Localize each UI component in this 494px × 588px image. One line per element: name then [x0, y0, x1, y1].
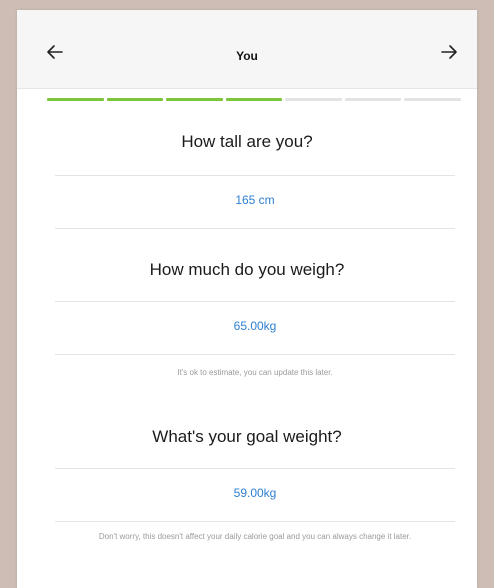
goal-weight-question: What's your goal weight?: [152, 427, 342, 446]
page-title: You: [236, 49, 258, 63]
weight-field[interactable]: 65.00kg: [55, 301, 455, 355]
weight-value: 65.00kg: [233, 319, 277, 333]
weight-hint: It's ok to estimate, you can update this…: [177, 368, 333, 377]
height-field[interactable]: 165 cm: [55, 175, 455, 229]
goal-weight-value: 59.00kg: [233, 486, 277, 500]
weight-question: How much do you weigh?: [149, 260, 345, 279]
next-button[interactable]: [431, 34, 467, 70]
progress-segment-remaining: [344, 98, 402, 101]
goal-weight-hint: Don't worry, this doesn't affect your da…: [98, 532, 412, 541]
progress-segment-remaining: [285, 98, 342, 101]
arrow-right-icon: [441, 45, 457, 59]
progress-segment-remaining: [404, 98, 462, 101]
onboarding-screen: You How tall are you? 165 cm How much do…: [17, 10, 477, 588]
height-question: How tall are you?: [181, 132, 313, 151]
progress-segment-complete: [106, 98, 164, 101]
progress-segment-complete: [166, 98, 223, 101]
app-header: You: [17, 10, 477, 89]
progress-segment-complete: [225, 98, 283, 101]
progress-bar: [47, 98, 462, 102]
progress-segment-complete: [47, 98, 104, 101]
height-value: 165 cm: [235, 193, 275, 207]
goal-weight-field[interactable]: 59.00kg: [55, 468, 455, 522]
